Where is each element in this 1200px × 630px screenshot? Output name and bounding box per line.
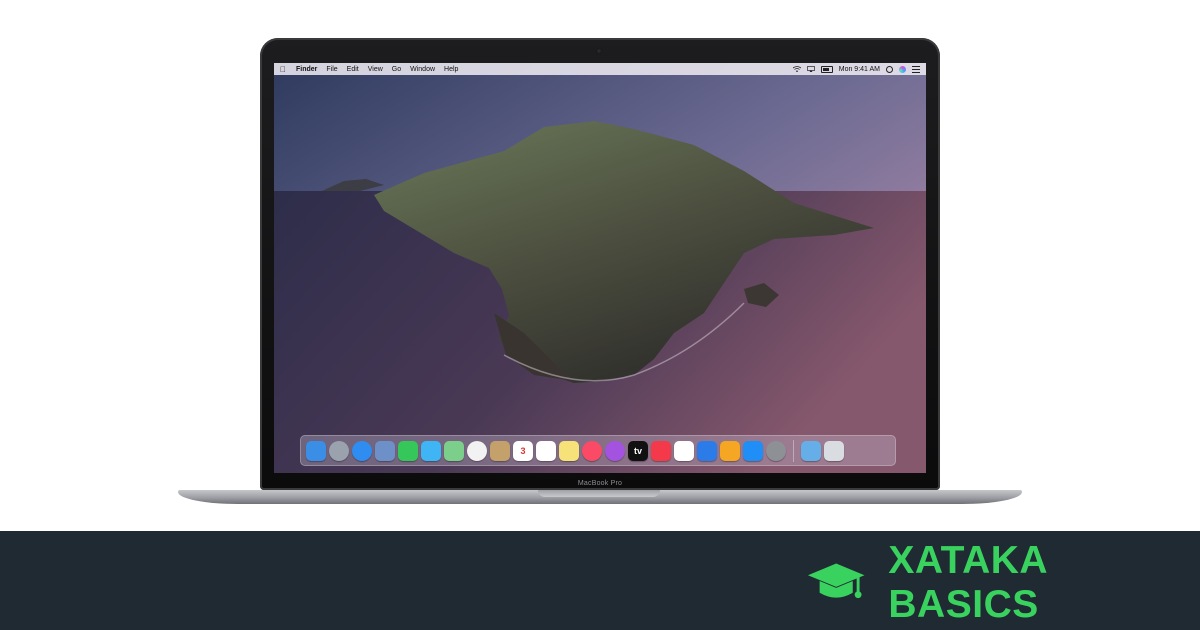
downloads-folder-icon[interactable] bbox=[801, 440, 821, 461]
apple-menu-icon[interactable]:  bbox=[280, 65, 286, 74]
battery-icon[interactable] bbox=[820, 65, 833, 73]
keynote-icon[interactable] bbox=[697, 440, 717, 461]
graduation-cap-icon bbox=[807, 563, 865, 599]
dock-separator bbox=[793, 439, 794, 462]
menu-view[interactable]: View bbox=[368, 66, 383, 73]
model-label: MacBook Pro bbox=[577, 480, 623, 487]
maps-icon[interactable] bbox=[444, 440, 464, 461]
pages-icon[interactable] bbox=[720, 440, 740, 461]
facetime-icon[interactable] bbox=[398, 440, 418, 461]
numbers-icon[interactable] bbox=[674, 440, 694, 461]
brand-logo[interactable]: XATAKA BASICS bbox=[806, 539, 1200, 626]
status-area: Mon 9:41 AM bbox=[792, 65, 920, 73]
finder-icon[interactable] bbox=[306, 440, 326, 461]
menu-bar:  Finder File Edit View Go Window Help M… bbox=[274, 63, 926, 75]
laptop-notch bbox=[538, 490, 660, 497]
catalina-wallpaper bbox=[274, 63, 926, 473]
notification-center-icon[interactable] bbox=[912, 65, 920, 73]
wifi-icon[interactable] bbox=[792, 66, 801, 72]
menu-help[interactable]: Help bbox=[444, 66, 458, 73]
menu-window[interactable]: Window bbox=[410, 66, 435, 73]
menu-edit[interactable]: Edit bbox=[347, 66, 359, 73]
messages-icon[interactable] bbox=[421, 440, 441, 461]
app-store-icon[interactable] bbox=[743, 440, 763, 461]
menu-file[interactable]: File bbox=[326, 66, 337, 73]
photo-booth-icon[interactable] bbox=[375, 440, 395, 461]
menu-clock[interactable]: Mon 9:41 AM bbox=[839, 66, 880, 73]
laptop-lid:  Finder File Edit View Go Window Help M… bbox=[260, 38, 940, 490]
news-icon[interactable] bbox=[651, 440, 671, 461]
menu-finder[interactable]: Finder bbox=[296, 66, 317, 73]
mac-screen:  Finder File Edit View Go Window Help M… bbox=[274, 63, 926, 473]
reminders-icon[interactable] bbox=[536, 440, 556, 461]
contacts-icon[interactable] bbox=[490, 440, 510, 461]
airplay-icon[interactable] bbox=[806, 66, 815, 72]
apple-tv-icon[interactable]: tv bbox=[628, 440, 648, 461]
photos-icon[interactable] bbox=[467, 440, 487, 461]
search-icon[interactable] bbox=[886, 65, 893, 73]
music-icon[interactable] bbox=[582, 440, 602, 461]
system-preferences-icon[interactable] bbox=[766, 440, 786, 461]
camera-icon bbox=[596, 48, 602, 54]
dock: 3 tv bbox=[300, 435, 896, 466]
brand-name: XATAKA BASICS bbox=[888, 539, 1047, 626]
launchpad-icon[interactable] bbox=[329, 440, 349, 461]
podcasts-icon[interactable] bbox=[605, 440, 625, 461]
safari-icon[interactable] bbox=[352, 440, 372, 461]
footer-bar: XATAKA BASICS bbox=[0, 531, 1200, 630]
siri-icon[interactable] bbox=[899, 65, 906, 73]
notes-icon[interactable] bbox=[559, 440, 579, 461]
menu-go[interactable]: Go bbox=[392, 66, 401, 73]
trash-icon[interactable] bbox=[824, 440, 844, 461]
calendar-icon[interactable]: 3 bbox=[513, 440, 533, 461]
